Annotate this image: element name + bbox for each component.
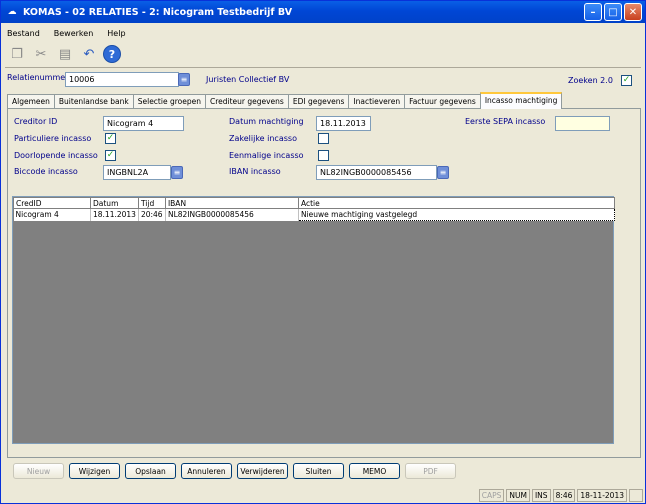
verwijderen-button[interactable]: Verwijderen — [237, 463, 288, 479]
column-header-datum[interactable]: Datum — [90, 197, 139, 209]
relatienummer-label: Relatienummer — [7, 73, 69, 82]
table-row[interactable]: Nicogram 4 18.11.2013 20:46 NL82INGB0000… — [13, 208, 616, 221]
opslaan-button[interactable]: Opslaan — [125, 463, 176, 479]
tab-selectie-groepen[interactable]: Selectie groepen — [132, 94, 206, 109]
cut-icon[interactable]: ✂ — [31, 44, 51, 64]
biccode-incasso-label: Biccode incasso — [14, 167, 78, 176]
toolbar: ❐ ✂ ▤ ↶ ? — [7, 43, 121, 65]
tab-crediteur-gegevens[interactable]: Crediteur gegevens — [204, 94, 289, 109]
nieuw-button[interactable]: Nieuw — [13, 463, 64, 479]
window-title: KOMAS - 02 RELATIES - 2: Nicogram Testbe… — [23, 6, 293, 18]
copy-icon[interactable]: ❐ — [7, 44, 27, 64]
annuleren-button[interactable]: Annuleren — [181, 463, 232, 479]
particuliere-incasso-label: Particuliere incasso — [14, 134, 92, 143]
iban-incasso-field[interactable]: NL82INGB0000085456 — [316, 165, 437, 180]
table-cell-datum[interactable]: 18.11.2013 — [90, 208, 139, 221]
memo-button[interactable]: MEMO — [349, 463, 400, 479]
action-buttons: Nieuw Wijzigen Opslaan Annuleren Verwijd… — [13, 463, 456, 479]
relation-name: Juristen Collectief BV — [206, 75, 290, 84]
app-window: ☁ KOMAS - 02 RELATIES - 2: Nicogram Test… — [0, 0, 646, 504]
datum-machtiging-field[interactable]: 18.11.2013 — [316, 116, 371, 131]
eerste-sepa-incasso-label: Eerste SEPA incasso — [465, 117, 546, 126]
datum-machtiging-label: Datum machtiging — [229, 117, 304, 126]
tab-factuur-gegevens[interactable]: Factuur gegevens — [404, 94, 481, 109]
status-date: 18-11-2013 — [577, 488, 627, 502]
relatienummer-lookup-button[interactable]: ≡ — [178, 73, 190, 86]
tab-strip: Algemeen Buitenlandse bank Selectie groe… — [7, 92, 563, 109]
menu-bewerken[interactable]: Bewerken — [52, 28, 96, 39]
creditor-id-label: Creditor ID — [14, 117, 58, 126]
undo-icon[interactable]: ↶ — [79, 44, 99, 64]
tab-incasso-machtiging[interactable]: Incasso machtiging — [479, 92, 563, 109]
menu-help[interactable]: Help — [105, 28, 127, 39]
maximize-button[interactable]: □ — [604, 3, 622, 21]
zoeken-checkbox[interactable]: ✓ — [621, 75, 632, 86]
tab-algemeen[interactable]: Algemeen — [7, 94, 55, 109]
iban-incasso-label: IBAN incasso — [229, 167, 281, 176]
status-extra — [629, 488, 643, 502]
tab-inactieveren[interactable]: Inactieveren — [348, 94, 406, 109]
particuliere-incasso-checkbox[interactable]: ✓ — [105, 133, 116, 144]
minimize-button[interactable]: – — [584, 3, 602, 21]
table-header-row: CredID Datum Tijd IBAN Actie — [13, 197, 616, 209]
wijzigen-button[interactable]: Wijzigen — [69, 463, 120, 479]
eenmalige-incasso-checkbox[interactable] — [318, 150, 329, 161]
caps-indicator: CAPS — [478, 488, 505, 502]
sluiten-button[interactable]: Sluiten — [293, 463, 344, 479]
table-cell-iban[interactable]: NL82INGB0000085456 — [165, 208, 299, 221]
toolbar-divider — [5, 67, 641, 68]
creditor-id-field[interactable]: Nicogram 4 — [103, 116, 184, 131]
zakelijke-incasso-checkbox[interactable] — [318, 133, 329, 144]
title-bar: ☁ KOMAS - 02 RELATIES - 2: Nicogram Test… — [1, 1, 645, 23]
table-cell-tijd[interactable]: 20:46 — [138, 208, 166, 221]
biccode-incasso-field[interactable]: INGBNL2A — [103, 165, 171, 180]
doorlopende-incasso-checkbox[interactable]: ✓ — [105, 150, 116, 161]
menu-bestand[interactable]: Bestand — [5, 28, 42, 39]
app-icon: ☁ — [7, 7, 17, 17]
column-header-actie[interactable]: Actie — [297, 197, 616, 209]
table-cell-credid[interactable]: Nicogram 4 — [13, 208, 91, 221]
table-cell-actie[interactable]: Nieuwe machtiging vastgelegd — [297, 208, 616, 221]
status-bar: CAPS NUM INS 8:46 18-11-2013 — [3, 487, 643, 503]
eerste-sepa-incasso-field[interactable] — [555, 116, 610, 131]
doorlopende-incasso-label: Doorlopende incasso — [14, 151, 98, 160]
menu-bar: Bestand Bewerken Help — [5, 25, 128, 41]
relatienummer-field[interactable]: 10006 — [65, 72, 179, 87]
close-button[interactable]: ✕ — [624, 3, 642, 21]
column-header-credid[interactable]: CredID — [13, 197, 91, 209]
iban-lookup-button[interactable]: ≡ — [437, 166, 449, 179]
eenmalige-incasso-label: Eenmalige incasso — [229, 151, 304, 160]
biccode-lookup-button[interactable]: ≡ — [171, 166, 183, 179]
column-header-iban[interactable]: IBAN — [164, 197, 299, 209]
tab-buitenlandse-bank[interactable]: Buitenlandse bank — [53, 94, 134, 109]
paste-icon[interactable]: ▤ — [55, 44, 75, 64]
help-icon[interactable]: ? — [103, 45, 121, 63]
ins-indicator: INS — [531, 488, 551, 502]
pdf-button[interactable]: PDF — [405, 463, 456, 479]
tab-edi-gegevens[interactable]: EDI gegevens — [287, 94, 350, 109]
status-time: 8:46 — [552, 488, 576, 502]
zoeken-label: Zoeken 2.0 — [568, 76, 613, 85]
column-header-tijd[interactable]: Tijd — [137, 197, 166, 209]
num-indicator: NUM — [506, 488, 530, 502]
machtiging-log-table: CredID Datum Tijd IBAN Actie Nicogram 4 … — [12, 196, 616, 444]
zakelijke-incasso-label: Zakelijke incasso — [229, 134, 297, 143]
